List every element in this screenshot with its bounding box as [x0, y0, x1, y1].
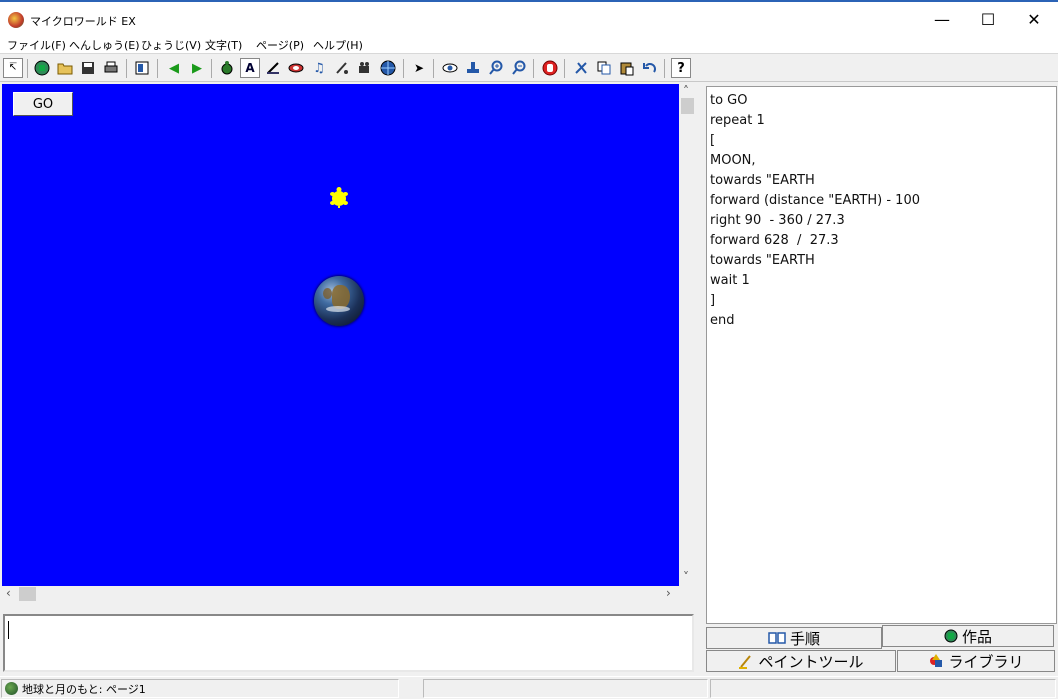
scroll-down-icon[interactable]: ˅ [683, 570, 689, 584]
cut-icon[interactable] [571, 58, 591, 78]
status-panel [710, 679, 1056, 698]
next-page-icon[interactable]: ▶ [187, 58, 207, 78]
print-icon[interactable] [101, 58, 121, 78]
toolbar-separator [664, 59, 665, 78]
maximize-button[interactable]: ☐ [965, 4, 1011, 34]
code-line: end [710, 313, 735, 328]
text-box-icon[interactable]: A [240, 58, 260, 78]
paste-icon[interactable] [617, 58, 637, 78]
tab-works[interactable]: 作品 [882, 625, 1054, 647]
save-icon[interactable] [78, 58, 98, 78]
new-project-icon[interactable] [32, 58, 52, 78]
app-icon [8, 12, 24, 28]
zoom-out-icon[interactable] [509, 58, 529, 78]
code-line: to GO [710, 93, 748, 108]
tab-library[interactable]: ライブラリ [897, 650, 1055, 672]
slider-tool-icon[interactable] [263, 58, 283, 78]
scroll-thumb[interactable] [681, 98, 694, 114]
zoom-in-icon[interactable] [486, 58, 506, 78]
drawing-canvas[interactable]: GO [2, 84, 679, 586]
code-line: repeat 1 [710, 113, 765, 128]
go-button[interactable]: GO [13, 92, 73, 116]
help-icon[interactable]: ? [671, 58, 691, 78]
scroll-up-icon[interactable]: ˄ [683, 84, 689, 98]
text-caret [8, 621, 9, 639]
menu-edit[interactable]: へんしゅう(E) [69, 37, 140, 53]
earth-cloud [326, 306, 350, 312]
toolbar-separator [403, 59, 404, 78]
status-panel [423, 679, 708, 698]
code-line: towards "EARTH [710, 253, 815, 268]
web-icon[interactable] [378, 58, 398, 78]
menu-view[interactable]: ひょうじ(V) [141, 37, 201, 53]
project-icon [5, 682, 18, 695]
video-icon[interactable] [355, 58, 375, 78]
paintbrush-icon [739, 655, 752, 669]
status-bar: 地球と月のもと: ページ1 [0, 676, 1058, 699]
scroll-thumb[interactable] [19, 587, 36, 601]
status-project: 地球と月のもと: ページ1 [1, 679, 399, 698]
turtle-icon[interactable] [217, 58, 237, 78]
eye-icon[interactable] [440, 58, 460, 78]
window-title: マイクロワールド EX [30, 15, 136, 28]
music-icon[interactable]: ♫ [309, 58, 329, 78]
globe-icon [944, 629, 958, 643]
code-line: [ [710, 133, 716, 148]
shapes-icon [930, 654, 943, 667]
turtle-sprite-icon[interactable] [328, 186, 350, 208]
toolbar: ↸ ◀ ▶ A ♫ ➤ ? [0, 55, 1058, 82]
title-bar: マイクロワールド EX — ☐ ✕ [0, 0, 1058, 34]
code-line: towards "EARTH [710, 173, 815, 188]
toolbar-separator [433, 59, 434, 78]
earth-sprite[interactable] [314, 276, 364, 326]
minimize-button[interactable]: — [919, 4, 965, 34]
undo-icon[interactable] [640, 58, 660, 78]
toolbar-separator [533, 59, 534, 78]
tab-works-label: 作品 [961, 627, 992, 646]
pointer-tool-icon[interactable]: ↸ [3, 58, 23, 78]
scroll-left-icon[interactable]: ‹ [6, 586, 11, 600]
open-folder-icon[interactable] [55, 58, 75, 78]
earth-land [323, 288, 332, 299]
toolbar-separator [564, 59, 565, 78]
stamp-icon[interactable] [463, 58, 483, 78]
toolbar-separator [126, 59, 127, 78]
status-text: 地球と月のもと: ページ1 [22, 682, 146, 696]
toolbar-separator [157, 59, 158, 78]
menu-help[interactable]: ヘルプ(H) [313, 37, 363, 53]
toolbar-separator [27, 59, 28, 78]
tab-paint-tool-label: ペイントツール [758, 652, 864, 671]
code-line: right 90 - 360 / 27.3 [710, 213, 845, 228]
procedures-editor[interactable]: to GO repeat 1 [ MOON, towards "EARTH fo… [706, 86, 1057, 624]
scroll-right-icon[interactable]: › [666, 586, 671, 600]
tab-steps-label: 手順 [789, 629, 820, 648]
tab-paint-tool[interactable]: ペイントツール [706, 650, 896, 672]
cursor-tool-icon[interactable]: ➤ [409, 58, 429, 78]
previous-page-icon[interactable]: ◀ [164, 58, 184, 78]
code-line: forward 628 / 27.3 [710, 233, 839, 248]
button-tool-icon[interactable] [286, 58, 306, 78]
stop-hand-icon[interactable] [540, 58, 560, 78]
menu-file[interactable]: ファイル(F) [7, 37, 66, 53]
command-center[interactable] [3, 614, 694, 672]
copy-icon[interactable] [594, 58, 614, 78]
toolbar-separator [211, 59, 212, 78]
tab-steps[interactable]: 手順 [706, 627, 882, 649]
tab-library-label: ライブラリ [948, 652, 1024, 671]
open-book-icon [768, 632, 786, 644]
menu-text[interactable]: 文字(T) [205, 37, 242, 53]
page-layout-icon[interactable] [132, 58, 152, 78]
horizontal-scrollbar[interactable]: ‹ › [2, 586, 679, 603]
close-button[interactable]: ✕ [1011, 4, 1057, 34]
code-line: forward (distance "EARTH) - 100 [710, 193, 920, 208]
code-line: MOON, [710, 153, 756, 168]
menu-bar: ファイル(F) へんしゅう(E) ひょうじ(V) 文字(T) ページ(P) ヘル… [0, 34, 1058, 54]
code-line: ] [710, 293, 716, 308]
menu-page[interactable]: ページ(P) [256, 37, 304, 53]
code-line: wait 1 [710, 273, 750, 288]
vertical-scrollbar[interactable]: ˄ ˅ [679, 84, 696, 586]
melody-tool-icon[interactable] [332, 58, 352, 78]
